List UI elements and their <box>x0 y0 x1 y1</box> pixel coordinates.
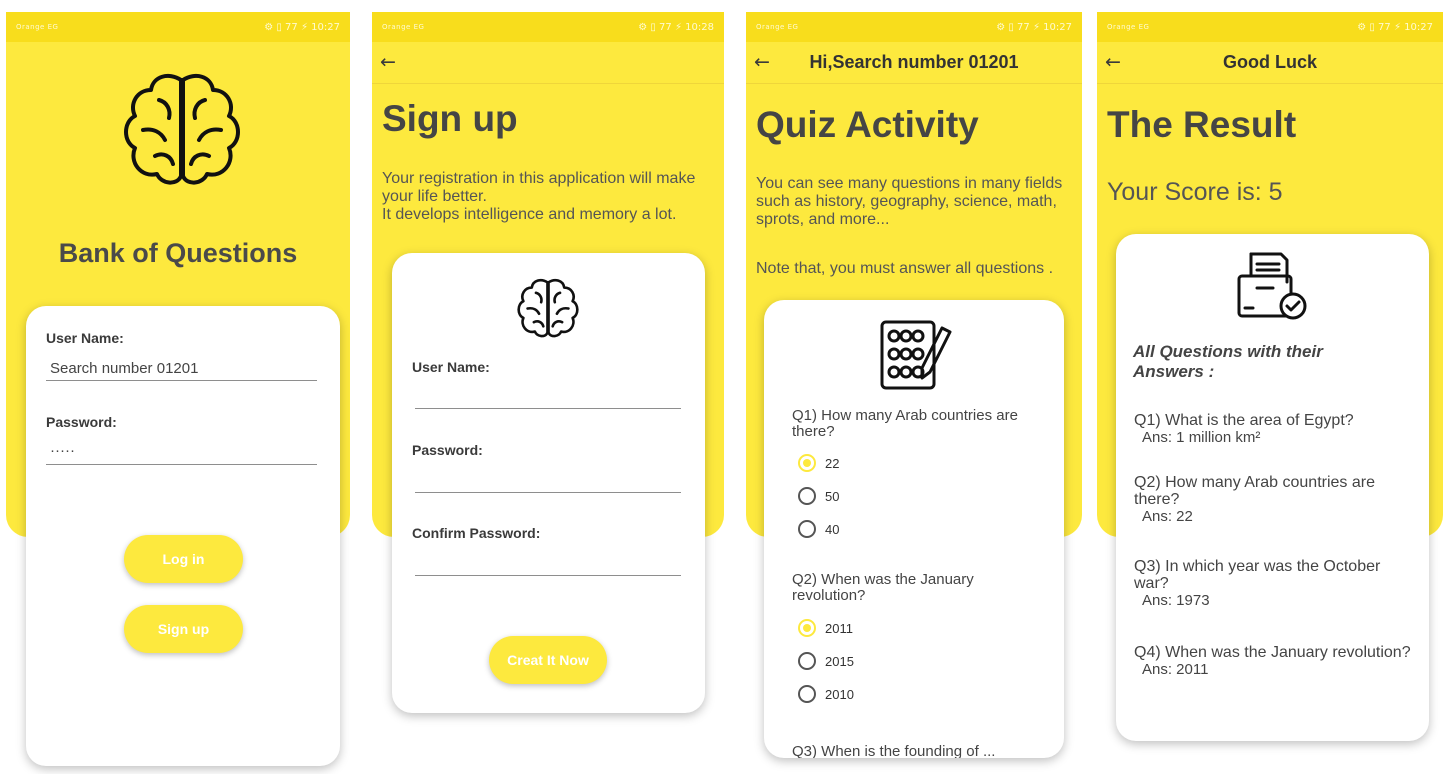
radio-icon <box>798 454 816 472</box>
status-bar: Orange EG ⚙ ▯ 77 ⚡ 10:28 <box>372 12 724 42</box>
back-arrow-icon[interactable]: ← <box>1105 53 1121 72</box>
answer-question: Q2) How many Arab countries are there? <box>1134 474 1375 508</box>
page-title: Quiz Activity <box>756 104 979 145</box>
carrier-label: Orange EG <box>1107 23 1150 31</box>
username-underline <box>46 380 317 381</box>
appbar-title: Hi,Search number 01201 <box>809 52 1019 72</box>
username-input[interactable]: Search number 01201 <box>50 360 316 377</box>
app-bar: ← Hi,Search number 01201 <box>746 42 1082 84</box>
username-input[interactable] <box>415 408 681 409</box>
result-card: All Questions with their Answers : Q1) W… <box>1116 234 1429 741</box>
q1-option-3[interactable]: 40 <box>798 520 839 538</box>
back-arrow-icon[interactable]: ← <box>380 53 396 72</box>
question-3-text: Q3) When is the founding of ... <box>792 743 996 759</box>
carrier-label: Orange EG <box>16 23 59 31</box>
q2-option-3[interactable]: 2010 <box>798 685 854 703</box>
status-time: 10:27 <box>1043 21 1072 33</box>
score-text: Your Score is: 5 <box>1107 178 1283 206</box>
status-icons: ⚙ ▯ 77 ⚡ <box>1357 21 1401 33</box>
confirm-password-input[interactable] <box>415 575 681 576</box>
status-icons: ⚙ ▯ 77 ⚡ <box>264 21 308 33</box>
question-1-text: Q1) How many Arab countries are there? <box>792 407 1018 440</box>
page-description: You can see many questions in many field… <box>756 175 1063 228</box>
answer-item-1: Q1) What is the area of Egypt? Ans: 1 mi… <box>1134 412 1419 446</box>
carrier-label: Orange EG <box>382 23 425 31</box>
username-label: User Name: <box>412 359 490 375</box>
answer-question: Q3) In which year was the October war? <box>1134 558 1381 592</box>
username-label: User Name: <box>46 330 124 346</box>
answer-value: Ans: 2011 <box>1142 661 1209 678</box>
q2-option-2[interactable]: 2015 <box>798 652 854 670</box>
page-description: Your registration in this application wi… <box>382 170 696 223</box>
radio-icon <box>798 652 816 670</box>
document-check-icon <box>1237 252 1307 320</box>
signup-button[interactable]: Sign up <box>124 605 243 653</box>
status-time: 10:27 <box>1404 21 1433 33</box>
status-icons: ⚙ ▯ 77 ⚡ <box>996 21 1040 33</box>
password-label: Password: <box>46 414 117 430</box>
brain-icon <box>517 278 579 338</box>
brain-icon <box>124 73 240 185</box>
login-screen: Orange EG ⚙ ▯ 77 ⚡ 10:27 Bank of Questio… <box>6 12 350 774</box>
question-2-text: Q2) When was the January revolution? <box>792 571 974 604</box>
login-button[interactable]: Log in <box>124 535 243 583</box>
q1-option-2[interactable]: 50 <box>798 487 839 505</box>
status-bar: Orange EG ⚙ ▯ 77 ⚡ 10:27 <box>746 12 1082 42</box>
radio-icon <box>798 520 816 538</box>
answer-item-3: Q3) In which year was the October war? A… <box>1134 558 1419 609</box>
answer-value: Ans: 22 <box>1142 508 1193 525</box>
signup-card: User Name: Password: Confirm Password: C… <box>392 253 705 713</box>
appbar-title: Good Luck <box>1223 52 1317 72</box>
answer-value: Ans: 1973 <box>1142 592 1210 609</box>
app-title: Bank of Questions <box>58 238 298 268</box>
answer-value: Ans: 1 million km² <box>1142 429 1261 446</box>
status-time: 10:28 <box>685 21 714 33</box>
page-note: Note that, you must answer all questions… <box>756 260 1054 277</box>
status-icons: ⚙ ▯ 77 ⚡ <box>638 21 682 33</box>
password-label: Password: <box>412 442 483 458</box>
q1-option-1[interactable]: 22 <box>798 454 839 472</box>
app-bar: ← Good Luck <box>1097 42 1443 84</box>
create-account-button[interactable]: Creat It Now <box>489 636 607 684</box>
page-title: Sign up <box>382 98 518 139</box>
page-title: The Result <box>1107 104 1297 145</box>
back-arrow-icon[interactable]: ← <box>754 53 770 72</box>
radio-icon <box>798 487 816 505</box>
quiz-sheet-icon <box>880 320 952 390</box>
radio-icon <box>798 619 816 637</box>
status-time: 10:27 <box>311 21 340 33</box>
answer-question: Q4) When was the January revolution? <box>1134 644 1411 661</box>
confirm-password-label: Confirm Password: <box>412 525 541 541</box>
result-screen: Orange EG ⚙ ▯ 77 ⚡ 10:27 ← Good Luck The… <box>1097 12 1443 774</box>
status-bar: Orange EG ⚙ ▯ 77 ⚡ 10:27 <box>1097 12 1443 42</box>
status-bar: Orange EG ⚙ ▯ 77 ⚡ 10:27 <box>6 12 350 42</box>
quiz-screen: Orange EG ⚙ ▯ 77 ⚡ 10:27 ← Hi,Search num… <box>746 12 1082 774</box>
password-underline <box>46 464 317 465</box>
app-bar: ← <box>372 42 724 84</box>
password-input[interactable] <box>415 492 681 493</box>
answer-item-4: Q4) When was the January revolution? Ans… <box>1134 644 1419 678</box>
answer-item-2: Q2) How many Arab countries are there? A… <box>1134 474 1419 525</box>
answers-heading: All Questions with their Answers : <box>1133 342 1323 381</box>
password-input[interactable]: ····· <box>50 442 316 459</box>
radio-icon <box>798 685 816 703</box>
quiz-card: Q1) How many Arab countries are there? 2… <box>764 300 1064 758</box>
signup-screen: Orange EG ⚙ ▯ 77 ⚡ 10:28 ← Sign up Your … <box>372 12 724 774</box>
carrier-label: Orange EG <box>756 23 799 31</box>
answer-question: Q1) What is the area of Egypt? <box>1134 412 1354 429</box>
q2-option-1[interactable]: 2011 <box>798 619 853 637</box>
